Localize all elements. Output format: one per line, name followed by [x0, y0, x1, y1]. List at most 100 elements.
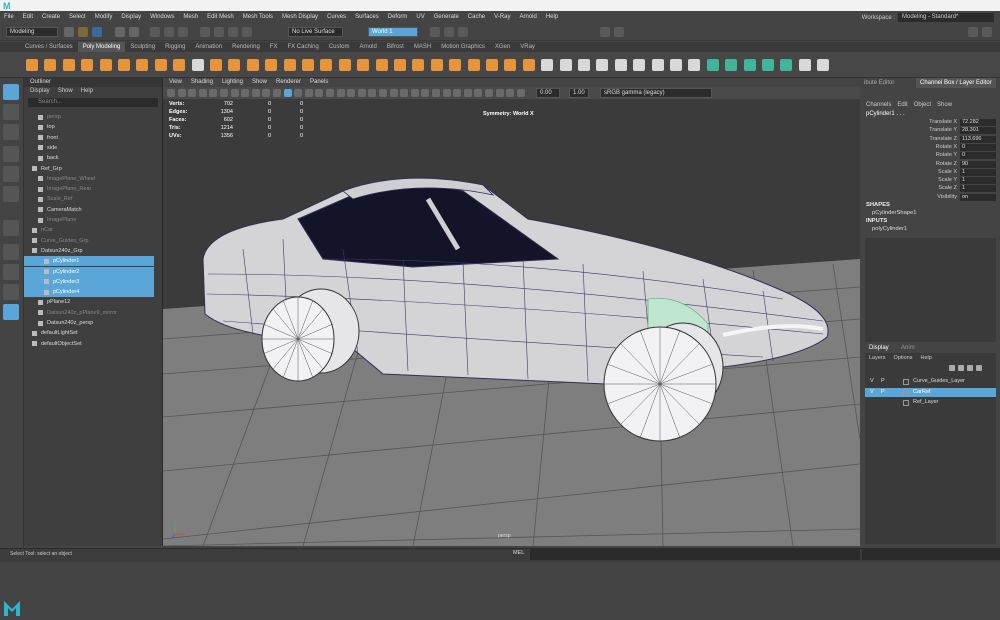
- shelf-tool-icon[interactable]: [173, 59, 186, 71]
- outliner-layout-icon[interactable]: [3, 304, 19, 320]
- shape-node[interactable]: pCylinderShape1: [872, 210, 916, 216]
- input-node[interactable]: polyCylinder1: [872, 226, 907, 232]
- viewport-menu-lighting[interactable]: Lighting: [222, 78, 243, 87]
- move-layer-up-icon[interactable]: [949, 365, 955, 371]
- viewport-menu-panels[interactable]: Panels: [310, 78, 328, 87]
- outliner-item[interactable]: Datsun240z_pPlane9_mirror: [24, 308, 154, 318]
- snap-point-icon[interactable]: [228, 27, 238, 37]
- menu-select[interactable]: Select: [69, 14, 86, 20]
- exposure-field[interactable]: 0.00: [536, 88, 560, 98]
- channel-attribute-value[interactable]: 0: [960, 152, 996, 160]
- shelf-tool-icon[interactable]: [449, 59, 462, 71]
- viewport-toolbar-icon[interactable]: [432, 89, 440, 97]
- viewport-toolbar-icon[interactable]: [198, 89, 207, 97]
- redo-icon[interactable]: [129, 27, 139, 37]
- viewport-panel[interactable]: View Shading Lighting Show Renderer Panels 0.…: [163, 78, 860, 546]
- outliner-item[interactable]: Datsun240z_Grp: [24, 246, 154, 256]
- ipr-render-icon[interactable]: [444, 27, 454, 37]
- channel-attribute-value[interactable]: on: [960, 193, 996, 201]
- save-scene-icon[interactable]: [92, 27, 102, 37]
- channel-attribute-row[interactable]: Rotate Y0: [860, 152, 1000, 160]
- outliner-item[interactable]: ImagePlane_Rear: [24, 184, 154, 194]
- single-perspective-layout-icon[interactable]: [3, 244, 19, 260]
- outliner-item[interactable]: top: [24, 122, 154, 132]
- select-component-icon[interactable]: [178, 27, 188, 37]
- rotate-tool-icon[interactable]: [3, 166, 19, 182]
- shelf-tool-icon[interactable]: [338, 59, 351, 71]
- move-tool-icon[interactable]: [3, 146, 19, 162]
- shelf-tab-vray[interactable]: VRay: [515, 42, 540, 52]
- shelf-tab-mash[interactable]: MASH: [409, 42, 436, 52]
- channel-menu-show[interactable]: Show: [937, 100, 952, 110]
- menu-generate[interactable]: Generate: [434, 14, 459, 20]
- channel-attribute-row[interactable]: Scale X1: [860, 168, 1000, 177]
- select-tool-icon[interactable]: [3, 84, 19, 100]
- viewport-toolbar-icon[interactable]: [516, 89, 525, 97]
- viewport-toolbar-icon[interactable]: [410, 89, 419, 97]
- colorspace-dropdown[interactable]: sRGB gamma (legacy): [600, 88, 712, 98]
- shelf-tab-rigging[interactable]: Rigging: [160, 42, 190, 52]
- viewport-toolbar-icon[interactable]: [220, 89, 228, 97]
- viewport-toolbar-icon[interactable]: [251, 89, 260, 97]
- viewport-toolbar-icon[interactable]: [389, 89, 398, 97]
- menu-curves[interactable]: Curves: [327, 14, 346, 20]
- viewport-toolbar-icon[interactable]: [326, 89, 334, 97]
- workspace-selector[interactable]: Workspace : Modeling - Standard*: [862, 13, 994, 22]
- shelf-tab-rendering[interactable]: Rendering: [227, 42, 265, 52]
- shelf-tab-xgen[interactable]: XGen: [490, 42, 515, 52]
- layer-playback-toggle[interactable]: P: [881, 377, 885, 387]
- shelf-tool-icon[interactable]: [706, 59, 719, 71]
- menu-cache[interactable]: Cache: [468, 14, 485, 20]
- channel-menu-channels[interactable]: Channels: [866, 100, 891, 110]
- menu-surfaces[interactable]: Surfaces: [355, 14, 379, 20]
- shelf-tool-icon[interactable]: [670, 59, 682, 71]
- shelf-tool-icon[interactable]: [633, 59, 646, 71]
- viewport-toolbar-icon[interactable]: [400, 89, 409, 97]
- outliner-item[interactable]: CameraMatch: [24, 205, 154, 215]
- layer-menu-help[interactable]: Help: [920, 354, 931, 363]
- channel-attribute-value[interactable]: 1: [960, 168, 996, 176]
- gamma-field[interactable]: 1.00: [569, 88, 589, 98]
- channel-menu-object[interactable]: Object: [914, 100, 931, 110]
- outliner-item[interactable]: pPlane12: [24, 297, 154, 307]
- shelf-tool-icon[interactable]: [412, 59, 425, 71]
- viewport-toolbar-icon[interactable]: [167, 89, 175, 97]
- shelf-tool-icon[interactable]: [246, 59, 259, 71]
- shelf-tool-icon[interactable]: [541, 59, 554, 71]
- viewport-toolbar-icon[interactable]: [368, 89, 377, 97]
- viewport-toolbar-icon[interactable]: [453, 89, 462, 97]
- shelf-tab-sculpting[interactable]: Sculpting: [125, 42, 160, 52]
- layer-color-swatch[interactable]: [903, 379, 909, 385]
- shelf-tab-fx[interactable]: FX: [265, 42, 283, 52]
- layer-visibility-toggle[interactable]: V: [870, 377, 874, 387]
- channel-attribute-value[interactable]: 113.696: [960, 135, 996, 143]
- layer-row[interactable]: V P CarRef: [865, 387, 996, 397]
- outliner-item[interactable]: persp: [24, 112, 154, 122]
- snap-curve-icon[interactable]: [214, 27, 224, 37]
- quad-draw-icon[interactable]: [3, 220, 19, 236]
- shelf-tool-icon[interactable]: [118, 59, 130, 71]
- shelf-tool-icon[interactable]: [302, 59, 314, 71]
- shelf-tool-icon[interactable]: [265, 59, 278, 71]
- outliner-item[interactable]: Ref_Grp: [24, 164, 154, 174]
- snap-grid-icon[interactable]: [200, 27, 210, 37]
- menu-set-dropdown[interactable]: Modeling: [6, 27, 58, 37]
- workspace-dropdown[interactable]: Modeling - Standard*: [898, 13, 994, 22]
- channel-attribute-row[interactable]: Translate Z 113.696: [860, 135, 1000, 144]
- shelf-tool-icon[interactable]: [559, 59, 572, 71]
- menu-display[interactable]: Display: [121, 14, 141, 20]
- viewport-toolbar-icon[interactable]: [188, 89, 197, 97]
- viewport-menu-shading[interactable]: Shading: [191, 78, 213, 87]
- shelf-tool-icon[interactable]: [283, 59, 296, 71]
- viewport-menu-renderer[interactable]: Renderer: [276, 78, 301, 87]
- shelf-tool-icon[interactable]: [614, 59, 627, 71]
- hypershade-icon[interactable]: [600, 27, 610, 37]
- tab-channel-box[interactable]: Channel Box / Layer Editor: [916, 78, 996, 88]
- two-view-layout-icon[interactable]: [3, 284, 19, 300]
- undo-icon[interactable]: [115, 27, 125, 37]
- outliner-item[interactable]: side: [24, 143, 154, 153]
- shelf-tool-icon[interactable]: [430, 59, 443, 71]
- menu-file[interactable]: File: [4, 14, 14, 20]
- shelf-tool-icon[interactable]: [743, 59, 756, 71]
- viewport-toolbar-icon[interactable]: [474, 89, 483, 97]
